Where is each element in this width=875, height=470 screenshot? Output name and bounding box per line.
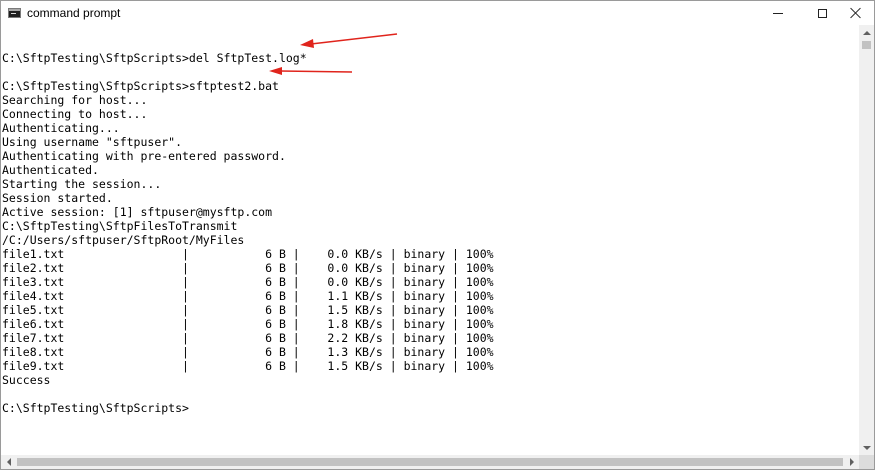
console-line: Session started. (2, 191, 113, 205)
console-line: file2.txt | 6 B | 0.0 KB/s | binary | 10… (2, 261, 494, 275)
console-lines: C:\SftpTesting\SftpScripts>del SftpTest.… (2, 37, 494, 415)
command-prompt-window: command prompt C:\SftpTesting\SftpScript… (0, 0, 875, 470)
scroll-right-icon (849, 458, 854, 466)
minimize-button[interactable] (761, 1, 795, 25)
console-output[interactable]: C:\SftpTesting\SftpScripts>del SftpTest.… (1, 25, 859, 455)
console-line: file9.txt | 6 B | 1.5 KB/s | binary | 10… (2, 359, 494, 373)
close-button[interactable] (839, 1, 873, 25)
console-line: C:\SftpTesting\SftpScripts>del SftpTest.… (2, 51, 307, 65)
console-line: file7.txt | 6 B | 2.2 KB/s | binary | 10… (2, 331, 494, 345)
scroll-down-icon (862, 445, 871, 450)
console-line: file4.txt | 6 B | 1.1 KB/s | binary | 10… (2, 289, 494, 303)
console-line: Authenticated. (2, 163, 99, 177)
annotation-arrow-bat (269, 67, 353, 75)
console-line: C:\SftpTesting\SftpScripts> (2, 401, 189, 415)
horizontal-scroll-thumb[interactable] (17, 458, 843, 466)
console-line: C:\SftpTesting\SftpFilesToTransmit (2, 219, 238, 233)
arrow-head (300, 39, 314, 48)
console-line: Authenticating with pre-entered password… (2, 149, 286, 163)
maximize-icon (817, 8, 827, 18)
console-line: Active session: [1] sftpuser@mysftp.com (2, 205, 273, 219)
console-line: file8.txt | 6 B | 1.3 KB/s | binary | 10… (2, 345, 494, 359)
window-title: command prompt (27, 6, 121, 20)
console-line: /C:/Users/sftpuser/SftpRoot/MyFiles (2, 233, 245, 247)
scrollbar-corner (859, 455, 874, 469)
console-line: Authenticating... (2, 121, 120, 135)
scroll-down-button[interactable] (859, 440, 874, 455)
horizontal-scrollbar[interactable] (1, 455, 859, 469)
scroll-left-icon (6, 458, 11, 466)
close-icon (850, 7, 862, 19)
console-line: Success (2, 373, 51, 387)
scroll-up-icon (862, 30, 871, 35)
scroll-right-button[interactable] (844, 455, 859, 469)
arrow-head (269, 67, 282, 75)
scroll-left-button[interactable] (1, 455, 16, 469)
console-line: Connecting to host... (2, 107, 148, 121)
console-line: file6.txt | 6 B | 1.8 KB/s | binary | 10… (2, 317, 494, 331)
console-line: Searching for host... (2, 93, 148, 107)
console-line: file1.txt | 6 B | 0.0 KB/s | binary | 10… (2, 247, 494, 261)
title-bar[interactable]: command prompt (1, 1, 874, 25)
vertical-scroll-thumb[interactable] (862, 41, 871, 49)
console-line: C:\SftpTesting\SftpScripts>sftptest2.bat (2, 79, 279, 93)
console-line: file3.txt | 6 B | 0.0 KB/s | binary | 10… (2, 275, 494, 289)
console-line: file5.txt | 6 B | 1.5 KB/s | binary | 10… (2, 303, 494, 317)
scroll-up-button[interactable] (859, 25, 874, 40)
console-line: Using username "sftpuser". (2, 135, 183, 149)
console-app-icon[interactable] (8, 8, 21, 18)
maximize-button[interactable] (805, 1, 839, 25)
console-line: Starting the session... (2, 177, 162, 191)
annotation-arrow-del (300, 33, 398, 48)
minimize-icon (773, 12, 783, 14)
arrow-shaft (279, 70, 353, 73)
vertical-scrollbar[interactable] (859, 25, 874, 455)
arrow-shaft (310, 33, 398, 45)
